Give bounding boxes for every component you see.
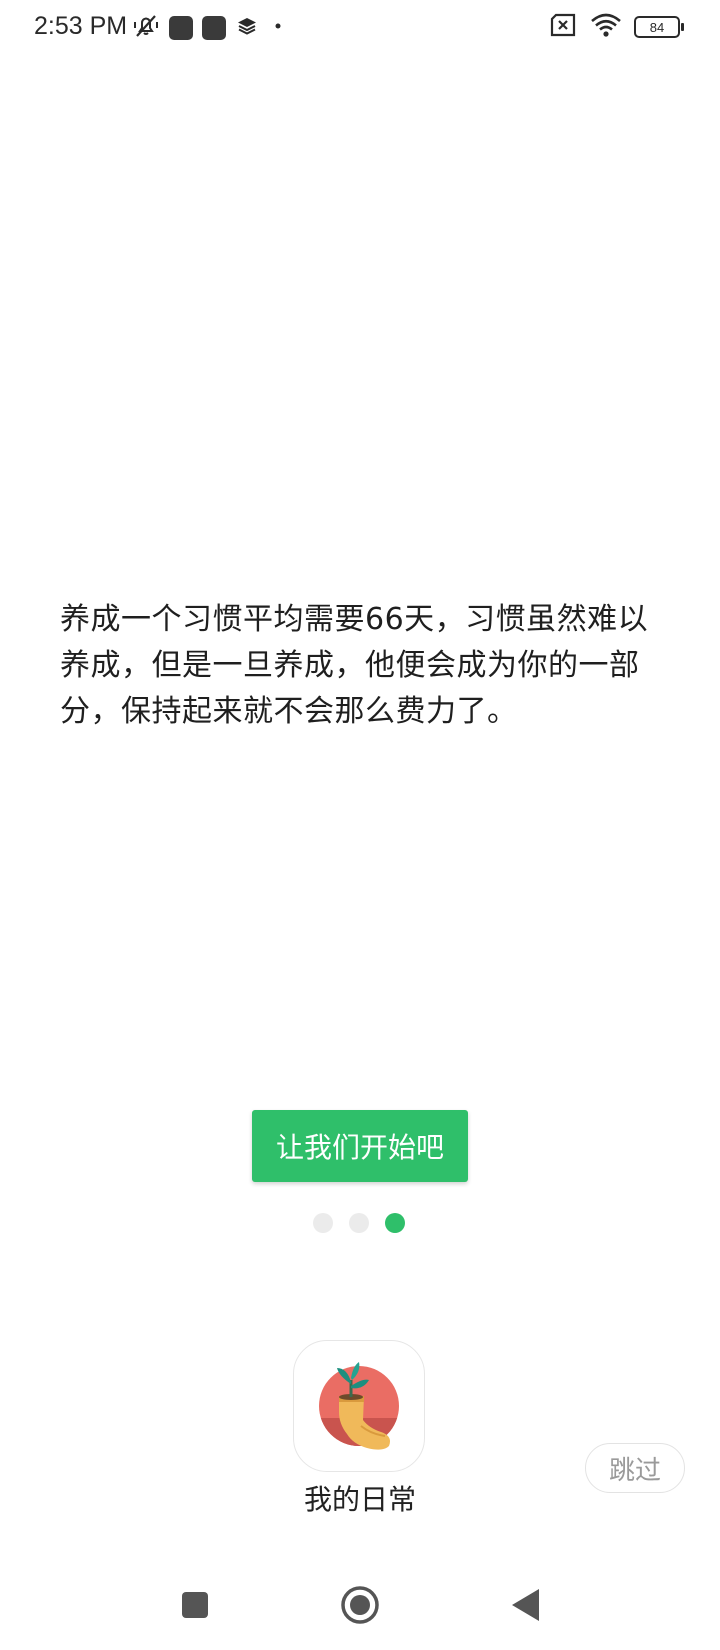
app-icon <box>293 1340 425 1472</box>
home-icon <box>340 1585 380 1629</box>
recent-apps-button[interactable] <box>172 1584 218 1630</box>
page-indicator <box>313 1213 405 1233</box>
plant-in-sock-icon <box>309 1354 409 1458</box>
page-dot-active <box>385 1213 405 1233</box>
onboarding-screen: 2:53 PM 84 养成一个习惯平均需要66天，习惯虽然难以养成，但是一旦养成… <box>0 0 720 1650</box>
dot-icon <box>268 14 288 42</box>
status-right-icons: 84 <box>548 12 684 42</box>
status-bar: 2:53 PM 84 <box>0 0 720 56</box>
layers-icon <box>235 14 259 42</box>
battery-level: 84 <box>649 19 665 35</box>
app-notification-icon <box>202 16 226 40</box>
wifi-icon <box>590 12 622 42</box>
status-left-icons <box>132 12 288 44</box>
page-dot <box>349 1213 369 1233</box>
status-time: 2:53 PM <box>34 12 128 40</box>
back-button[interactable] <box>503 1584 549 1630</box>
skip-button[interactable]: 跳过 <box>585 1443 685 1493</box>
recent-apps-icon <box>180 1590 210 1624</box>
home-button[interactable] <box>337 1584 383 1630</box>
app-notification-icon <box>169 16 193 40</box>
back-icon <box>509 1587 543 1627</box>
intro-text: 养成一个习惯平均需要66天，习惯虽然难以养成，但是一旦养成，他便会成为你的一部分… <box>60 602 649 729</box>
battery-icon: 84 <box>634 16 684 38</box>
silent-icon <box>132 12 160 44</box>
start-button[interactable]: 让我们开始吧 <box>252 1110 468 1182</box>
app-name: 我的日常 <box>303 1483 416 1516</box>
navigation-bar <box>0 1560 720 1650</box>
page-dot <box>313 1213 333 1233</box>
no-sim-icon <box>548 12 578 42</box>
